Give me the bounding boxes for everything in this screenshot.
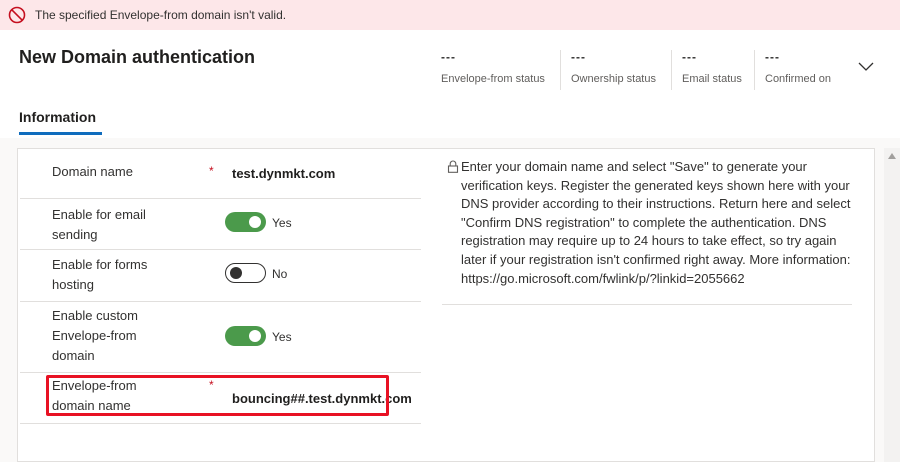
- forms-hosting-state: No: [272, 267, 288, 281]
- forms-hosting-row: Enable for forms hosting No: [20, 250, 421, 302]
- lock-icon: [447, 160, 459, 173]
- page-title: New Domain authentication: [19, 47, 256, 67]
- required-indicator: *: [209, 164, 214, 178]
- info-description: Enter your domain name and select "Save"…: [461, 159, 851, 286]
- forms-hosting-label: Enable for forms hosting: [52, 257, 148, 292]
- ownership-status: --- Ownership status: [560, 50, 656, 90]
- confirmed-on-status: --- Confirmed on: [754, 50, 831, 90]
- scrollbar[interactable]: [884, 148, 900, 462]
- error-highlight-box: [46, 375, 389, 416]
- error-message: The specified Envelope-from domain isn't…: [35, 8, 287, 22]
- domain-name-row: Domain name * test.dynmkt.com: [20, 149, 421, 199]
- scroll-up-icon[interactable]: [888, 153, 896, 159]
- form-header: New Domain authentication --- Envelope-f…: [0, 30, 900, 138]
- tab-active-indicator: [19, 132, 102, 135]
- domain-name-field[interactable]: test.dynmkt.com: [232, 166, 335, 181]
- error-notification-bar: The specified Envelope-from domain isn't…: [0, 0, 900, 30]
- email-sending-label: Enable for email sending: [52, 207, 146, 242]
- envelope-from-status: --- Envelope-from status: [441, 50, 545, 85]
- chevron-down-icon[interactable]: [857, 60, 875, 72]
- custom-envelope-state: Yes: [272, 330, 292, 344]
- domain-name-label: Domain name: [52, 164, 133, 179]
- custom-envelope-label: Enable custom Envelope-from domain: [52, 308, 138, 363]
- email-sending-toggle[interactable]: [225, 212, 266, 232]
- tab-information[interactable]: Information: [19, 109, 96, 125]
- email-status: --- Email status: [671, 50, 742, 90]
- forms-hosting-toggle[interactable]: [225, 263, 266, 283]
- email-sending-row: Enable for email sending Yes: [20, 199, 421, 250]
- custom-envelope-row: Enable custom Envelope-from domain Yes: [20, 302, 421, 373]
- blocked-circle-icon: [8, 6, 26, 24]
- email-sending-state: Yes: [272, 216, 292, 230]
- custom-envelope-toggle[interactable]: [225, 326, 266, 346]
- info-panel: Enter your domain name and select "Save"…: [442, 156, 852, 305]
